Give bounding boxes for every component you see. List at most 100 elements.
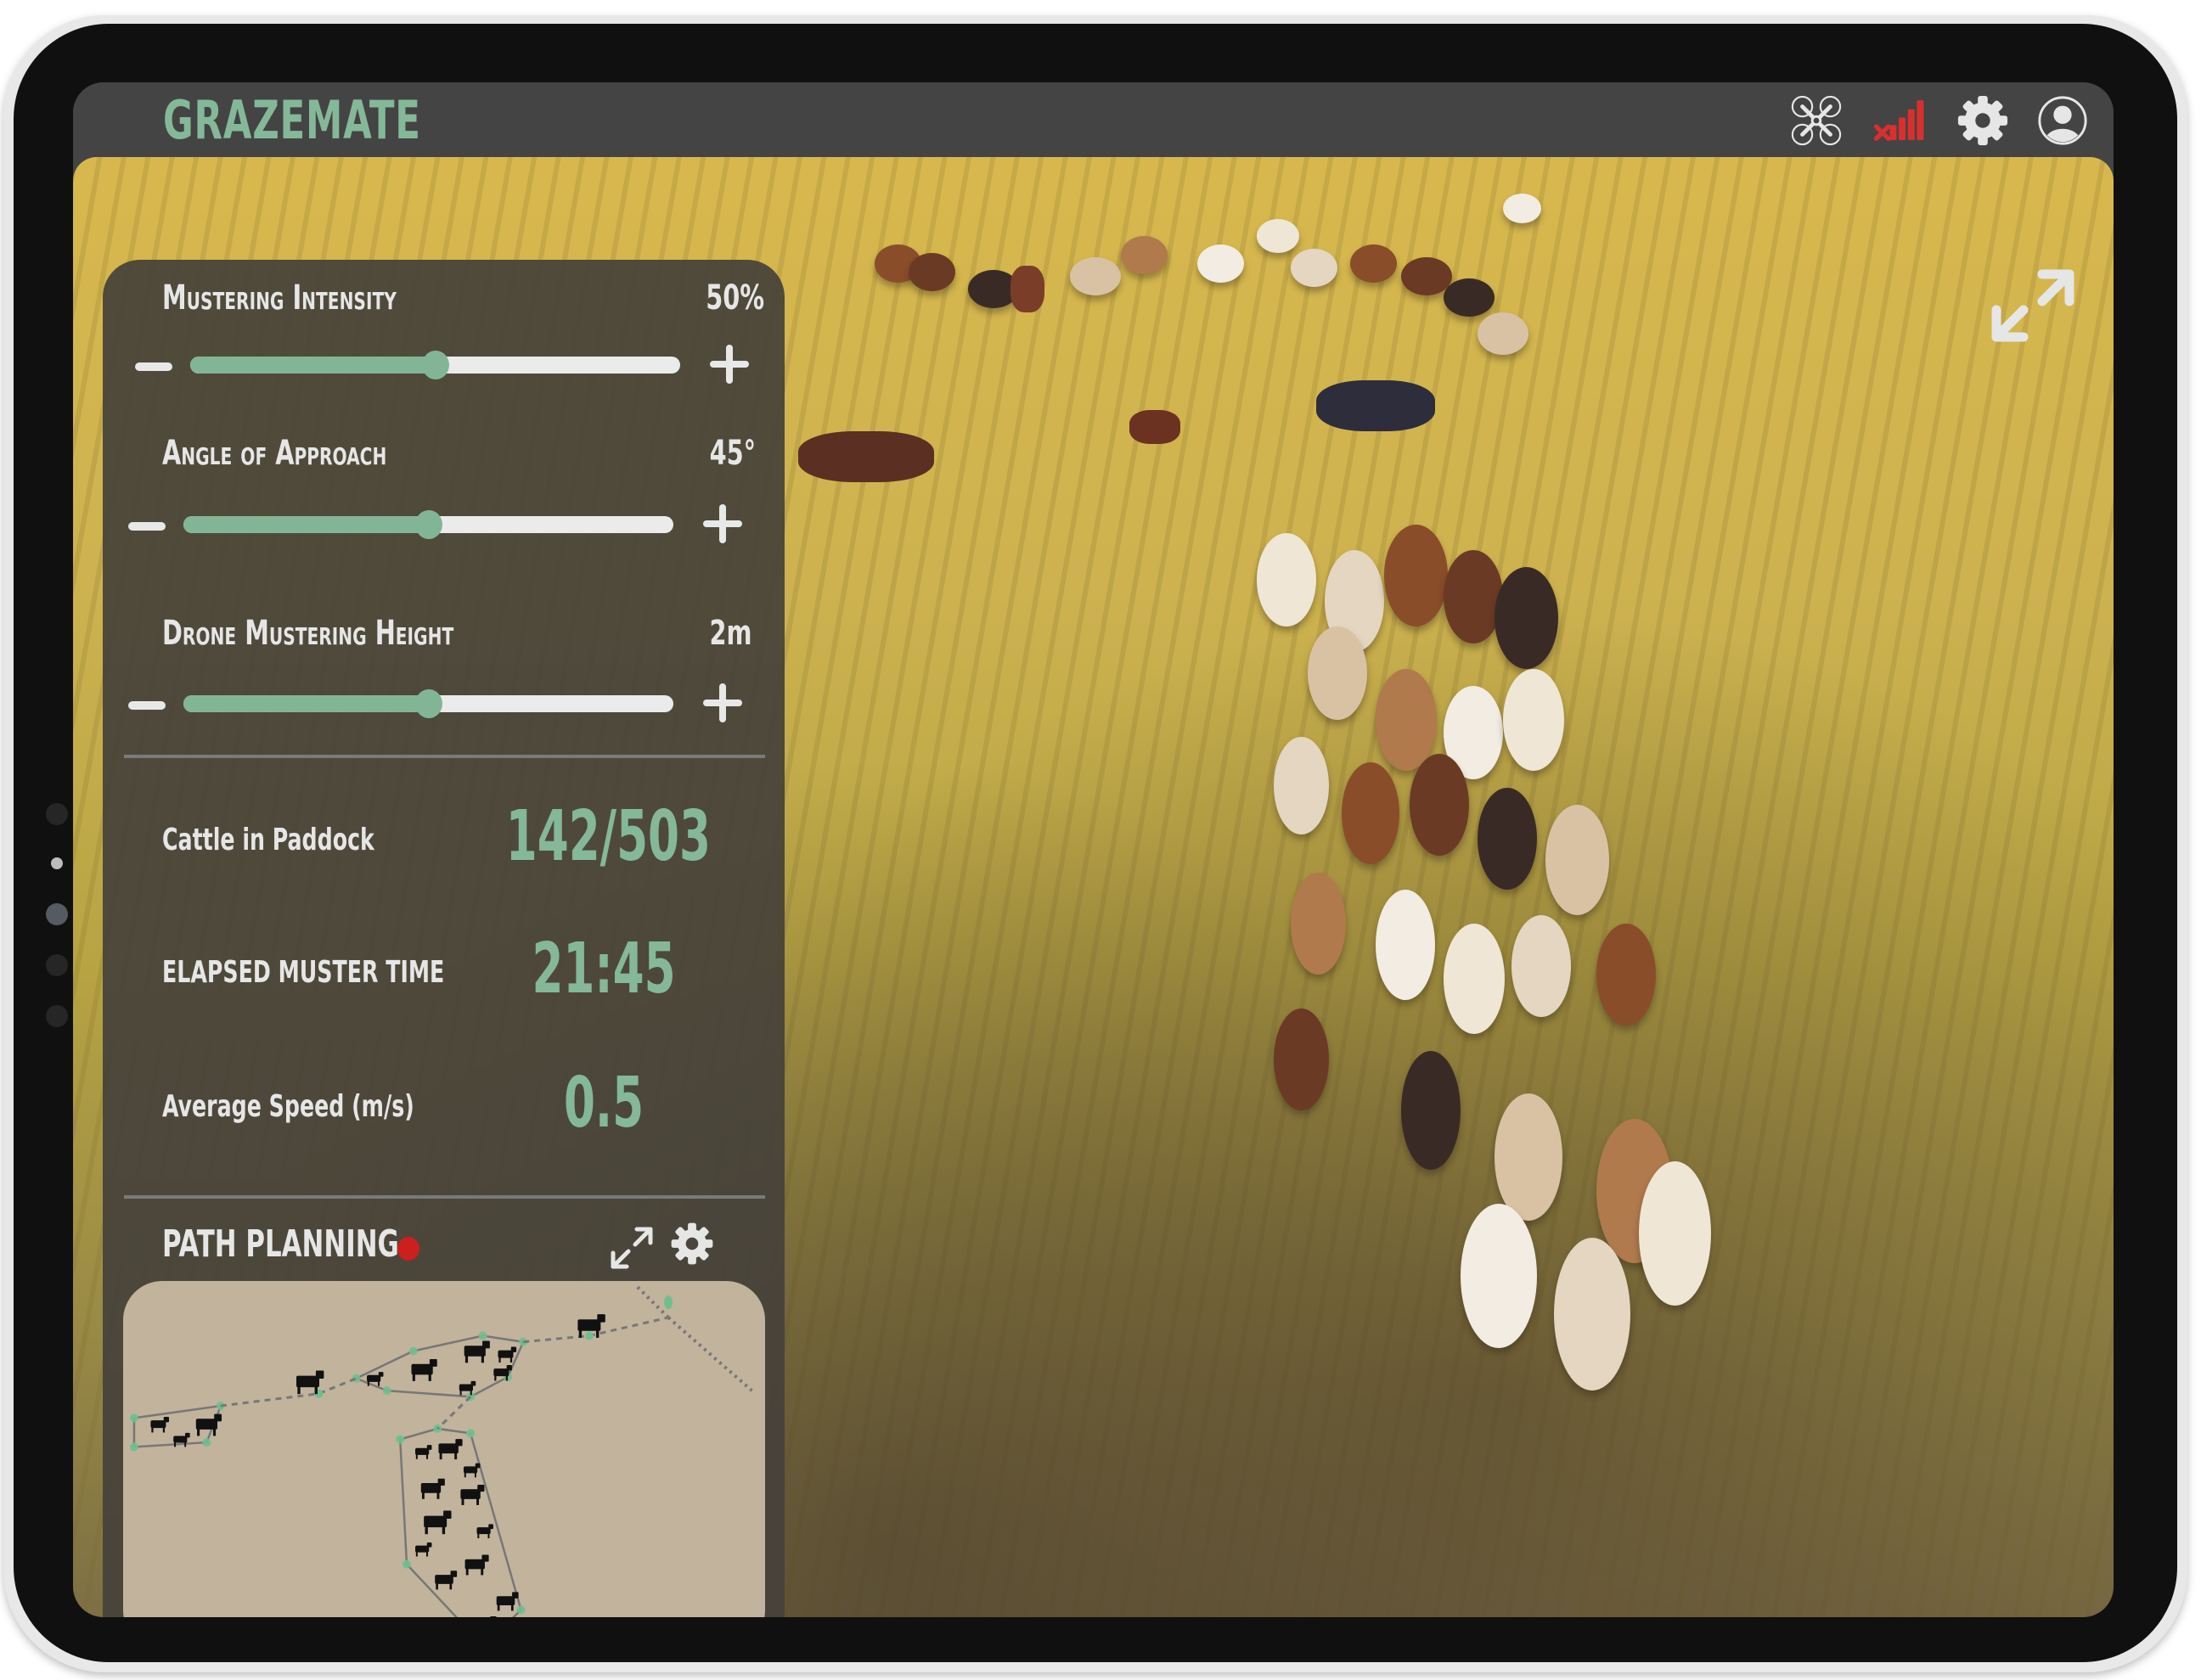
cattle-icon bbox=[415, 1542, 432, 1557]
path-waypoint bbox=[129, 1413, 138, 1423]
slider-fill bbox=[190, 357, 436, 374]
signal-disconnected-icon[interactable] bbox=[1873, 94, 1926, 147]
control-panel: Mustering Intensity 50% Angle of Approac… bbox=[103, 260, 785, 1617]
herd-boundary-north bbox=[353, 1334, 526, 1398]
section-divider bbox=[124, 755, 765, 758]
slider-label: Drone Mustering Height bbox=[162, 614, 454, 653]
path-planning-title: PATH PLANNING bbox=[162, 1222, 399, 1266]
map-settings-icon[interactable] bbox=[670, 1222, 714, 1266]
sensor-dot bbox=[46, 1005, 68, 1027]
transit-path bbox=[436, 1396, 472, 1430]
cattle-icon bbox=[490, 1616, 497, 1617]
increase-button[interactable] bbox=[703, 683, 742, 722]
decrease-button[interactable] bbox=[135, 362, 172, 371]
sheep bbox=[1410, 754, 1469, 856]
drone-position-marker bbox=[664, 1295, 673, 1310]
path-waypoint bbox=[408, 1346, 418, 1356]
sheep bbox=[1461, 1204, 1537, 1348]
path-waypoint bbox=[433, 1424, 442, 1433]
elapsed-time-value: 21:45 bbox=[532, 929, 676, 1009]
cattle-icon bbox=[424, 1510, 452, 1535]
cattle-icon bbox=[464, 1340, 490, 1363]
decrease-button[interactable] bbox=[128, 701, 166, 710]
sheep bbox=[1350, 244, 1397, 283]
slider-value: 50% bbox=[706, 278, 764, 317]
sheep bbox=[1444, 550, 1503, 643]
expand-icon[interactable] bbox=[1986, 259, 2080, 352]
slider-track[interactable] bbox=[183, 689, 673, 718]
cattle-icon bbox=[496, 1592, 519, 1611]
path-waypoint bbox=[129, 1442, 138, 1452]
cattle-icon bbox=[463, 1463, 481, 1478]
stat-label: ELAPSED MUSTER TIME bbox=[162, 955, 445, 990]
path-waypoint bbox=[396, 1435, 405, 1444]
horse bbox=[1010, 266, 1044, 312]
sheep bbox=[1478, 312, 1528, 355]
cattle-icon bbox=[195, 1413, 222, 1436]
sheep bbox=[1121, 236, 1168, 274]
angle-of-approach-slider[interactable] bbox=[121, 500, 754, 551]
cattle-icon bbox=[476, 1524, 493, 1539]
path-planning-map[interactable] bbox=[123, 1281, 765, 1617]
drone-video-feed[interactable]: Mustering Intensity 50% Angle of Approac… bbox=[73, 157, 2114, 1617]
slider-fill bbox=[183, 695, 429, 712]
stat-label: Cattle in Paddock bbox=[162, 823, 374, 857]
path-waypoint bbox=[466, 1429, 476, 1438]
sheep bbox=[1376, 890, 1435, 1000]
slider-fill bbox=[183, 516, 429, 533]
sheep bbox=[1401, 1051, 1461, 1170]
sensor-dot bbox=[46, 954, 68, 976]
cattle-icon bbox=[411, 1359, 437, 1381]
sheep bbox=[1274, 737, 1329, 834]
cattle-icon bbox=[438, 1439, 463, 1460]
cattle-count-value: 142/503 bbox=[505, 796, 711, 877]
stat-label: Average Speed (m/s) bbox=[162, 1089, 414, 1124]
cattle-icon bbox=[464, 1554, 489, 1576]
mustering-intensity-slider[interactable] bbox=[128, 340, 761, 391]
sheep bbox=[1444, 278, 1495, 317]
cattle-icon bbox=[415, 1445, 432, 1459]
sheep bbox=[1384, 525, 1448, 626]
cattle-icon bbox=[150, 1417, 170, 1433]
app-title: GRAZEMATE bbox=[163, 89, 421, 151]
sheep bbox=[1478, 788, 1537, 890]
drone-icon[interactable] bbox=[1790, 94, 1843, 147]
decrease-button[interactable] bbox=[128, 522, 166, 531]
transit-path bbox=[220, 1377, 357, 1407]
slider-thumb[interactable] bbox=[414, 510, 442, 539]
cattle-icon bbox=[460, 1484, 485, 1505]
horse bbox=[798, 431, 934, 482]
sheep bbox=[1495, 567, 1558, 669]
path-waypoint bbox=[202, 1438, 211, 1447]
slider-track[interactable] bbox=[190, 351, 680, 379]
settings-icon[interactable] bbox=[1956, 94, 2009, 147]
drone-height-slider[interactable] bbox=[121, 679, 754, 730]
cattle-icon bbox=[435, 1570, 458, 1590]
slider-label: Angle of Approach bbox=[162, 434, 387, 473]
increase-button[interactable] bbox=[710, 345, 749, 384]
slider-thumb[interactable] bbox=[421, 351, 449, 379]
path-planning-canvas[interactable] bbox=[123, 1281, 765, 1617]
sheep bbox=[1401, 257, 1452, 295]
expand-map-icon[interactable] bbox=[608, 1224, 656, 1272]
recording-status-dot bbox=[397, 1237, 419, 1261]
path-waypoint bbox=[584, 1331, 594, 1340]
sheep bbox=[1291, 873, 1346, 975]
sheep bbox=[1503, 194, 1541, 223]
sheep bbox=[1495, 1093, 1562, 1221]
path-waypoint bbox=[402, 1559, 411, 1569]
sheep bbox=[1503, 669, 1564, 771]
cattle-icon bbox=[420, 1478, 445, 1499]
path-waypoint bbox=[516, 1605, 526, 1615]
front-camera bbox=[46, 903, 68, 925]
slider-thumb[interactable] bbox=[414, 689, 442, 718]
slider-track[interactable] bbox=[183, 510, 673, 539]
sheep bbox=[1596, 924, 1656, 1025]
sheep bbox=[909, 253, 955, 291]
user-profile-icon[interactable] bbox=[2036, 94, 2089, 147]
path-waypoint bbox=[478, 1331, 487, 1340]
increase-button[interactable] bbox=[703, 504, 742, 543]
camera-indicator bbox=[51, 857, 63, 869]
slider-value: 2m bbox=[709, 614, 752, 653]
slider-value: 45° bbox=[709, 434, 756, 473]
